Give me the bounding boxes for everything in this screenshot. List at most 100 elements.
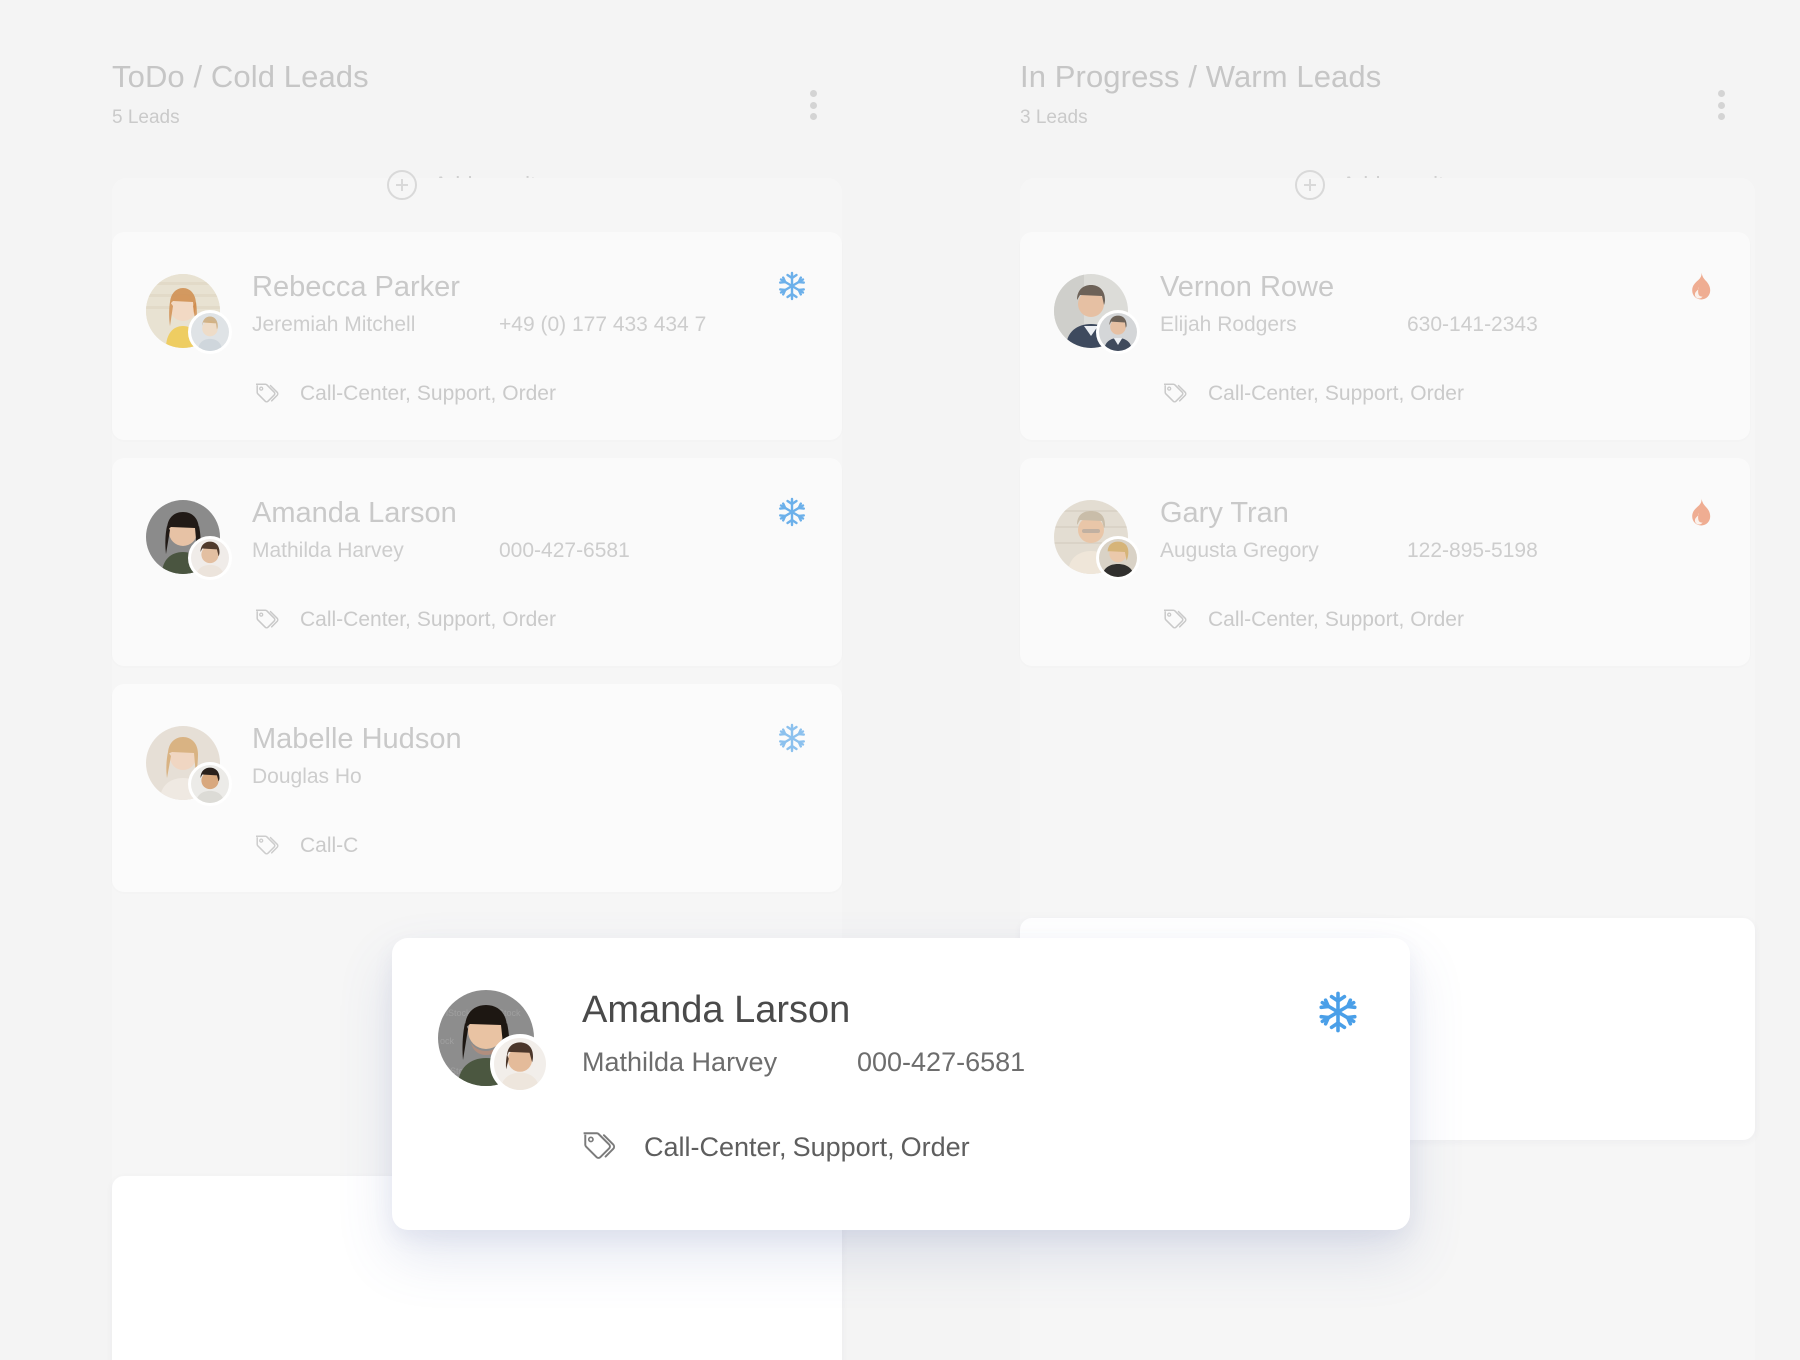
tag-list: Call-Center, Support, Order	[644, 1132, 970, 1163]
lead-card-top: Amanda Larson Mathilda Harvey 000-427-65…	[146, 496, 808, 580]
avatar-secondary-image	[1096, 309, 1140, 354]
dot	[809, 113, 817, 120]
lead-tags: Call-Center, Support, Order	[252, 605, 808, 635]
lead-card[interactable]: Mabelle Hudson Douglas Ho Call-C	[112, 683, 842, 892]
lead-owner: Elijah Rodgers	[1160, 312, 1297, 336]
lead-tags: Call-C	[252, 831, 808, 861]
lead-card[interactable]: Rebecca Parker Jeremiah Mitchell +49 (0)…	[112, 231, 842, 440]
lead-card[interactable]: Amanda Larson Mathilda Harvey 000-427-65…	[112, 457, 842, 666]
avatar-secondary-image	[490, 1034, 550, 1094]
column-count: 5 Leads	[112, 106, 180, 128]
tags-icon	[1160, 605, 1190, 635]
tag: Call-C	[300, 833, 359, 857]
tags-icon	[578, 1126, 620, 1168]
tag: Order	[1410, 381, 1464, 405]
dot	[1717, 113, 1725, 120]
tags-icon	[252, 605, 282, 635]
avatar: iStockiStock ockiSto iStock	[438, 990, 550, 1094]
tag-list: Call-Center, Support, Order	[1208, 382, 1464, 406]
avatar-secondary-image	[188, 761, 232, 806]
lead-owner: Mathilda Harvey	[252, 538, 404, 562]
lead-tags: Call-Center, Support, Order	[578, 1126, 1364, 1168]
dragged-lead-card[interactable]: iStockiStock ockiSto iStock	[392, 938, 1410, 1230]
tag: Support,	[416, 607, 497, 631]
column-title: ToDo / Cold Leads	[112, 59, 369, 94]
lead-card-text: Vernon Rowe Elijah Rodgers 630-141-2343	[1160, 270, 1716, 337]
lead-card-top: Mabelle Hudson Douglas Ho	[146, 722, 808, 806]
tag: Order	[900, 1131, 970, 1162]
tag: Call-Center,	[1208, 607, 1319, 631]
lead-owner: Jeremiah Mitchell	[252, 312, 416, 336]
tag: Support,	[1324, 381, 1405, 405]
tag: Order	[1410, 607, 1464, 631]
more-vertical-icon[interactable]	[1708, 88, 1734, 122]
tag-list: Call-C	[300, 834, 358, 858]
lead-name: Gary Tran	[1160, 496, 1289, 529]
column-header: ToDo / Cold Leads 5 Leads	[112, 0, 842, 129]
column-header: In Progress / Warm Leads 3 Leads	[1020, 0, 1750, 129]
lead-phone: 000-427-6581	[857, 1046, 1026, 1077]
lead-meta: Mathilda Harvey 000-427-6581	[252, 539, 808, 563]
more-vertical-icon[interactable]	[800, 88, 826, 122]
lead-card[interactable]: Vernon Rowe Elijah Rodgers 630-141-2343	[1020, 231, 1750, 440]
lead-card-text: Amanda Larson Mathilda Harvey 000-427-65…	[252, 496, 808, 563]
tag: Call-Center,	[300, 607, 411, 631]
tag: Order	[502, 381, 556, 405]
lead-owner: Augusta Gregory	[1160, 538, 1319, 562]
lead-card-text: Amanda Larson Mathilda Harvey 000-427-65…	[582, 988, 1364, 1078]
lead-name: Amanda Larson	[252, 496, 457, 529]
lead-name: Vernon Rowe	[1160, 270, 1335, 303]
tag-list: Call-Center, Support, Order	[300, 382, 556, 406]
lead-meta: Augusta Gregory 122-895-5198	[1160, 539, 1716, 563]
plus-circle-icon	[387, 169, 418, 200]
avatar	[146, 499, 232, 580]
flame-icon	[1684, 270, 1716, 302]
lead-card-top: iStockiStock ockiSto iStock	[438, 988, 1364, 1094]
lead-name: Mabelle Hudson	[252, 722, 462, 755]
lead-meta: Mathilda Harvey 000-427-6581	[582, 1047, 1364, 1078]
lead-card-top: Vernon Rowe Elijah Rodgers 630-141-2343	[1054, 270, 1716, 354]
dot	[1717, 101, 1725, 109]
lead-owner: Douglas Ho	[252, 764, 362, 788]
avatar-secondary-image	[1096, 535, 1140, 580]
avatar	[1054, 499, 1140, 580]
tags-icon	[1160, 379, 1190, 409]
avatar	[1054, 273, 1140, 354]
lead-card[interactable]: Gary Tran Augusta Gregory 122-895-5198 C…	[1020, 457, 1750, 666]
tag: Call-Center,	[644, 1131, 787, 1162]
tag: Support,	[792, 1131, 895, 1162]
lead-card-top: Gary Tran Augusta Gregory 122-895-5198	[1054, 496, 1716, 580]
snowflake-icon[interactable]	[1316, 990, 1360, 1034]
dot	[809, 90, 817, 97]
tags-icon	[252, 379, 282, 409]
lead-card-text: Rebecca Parker Jeremiah Mitchell +49 (0)…	[252, 270, 808, 337]
tag: Order	[502, 607, 556, 631]
flame-icon	[1684, 496, 1716, 528]
lead-card-text: Gary Tran Augusta Gregory 122-895-5198	[1160, 496, 1716, 563]
snowflake-icon	[776, 270, 808, 302]
lead-phone: +49 (0) 177 433 434 7	[499, 312, 707, 336]
column-title: In Progress / Warm Leads	[1020, 59, 1382, 94]
snowflake-icon	[776, 496, 808, 528]
tag: Support,	[416, 381, 497, 405]
avatar-secondary-image	[188, 309, 232, 354]
avatar	[146, 273, 232, 354]
tags-icon	[252, 831, 282, 861]
svg-text:ock: ock	[440, 1036, 455, 1046]
tag-list: Call-Center, Support, Order	[1208, 608, 1464, 632]
tag: Support,	[1324, 607, 1405, 631]
lead-owner: Mathilda Harvey	[582, 1046, 778, 1077]
lead-tags: Call-Center, Support, Order	[252, 379, 808, 409]
lead-name: Amanda Larson	[582, 989, 851, 1031]
lead-phone: 000-427-6581	[499, 538, 630, 562]
lead-card-text: Mabelle Hudson Douglas Ho	[252, 722, 808, 789]
avatar	[146, 725, 232, 806]
lead-phone: 630-141-2343	[1407, 312, 1538, 336]
tag: Call-Center,	[1208, 381, 1319, 405]
column-count: 3 Leads	[1020, 106, 1088, 128]
snowflake-icon	[776, 722, 808, 754]
avatar-secondary-image	[188, 535, 232, 580]
lead-phone: 122-895-5198	[1407, 538, 1538, 562]
lead-meta: Jeremiah Mitchell +49 (0) 177 433 434 7	[252, 313, 808, 337]
tag-list: Call-Center, Support, Order	[300, 608, 556, 632]
